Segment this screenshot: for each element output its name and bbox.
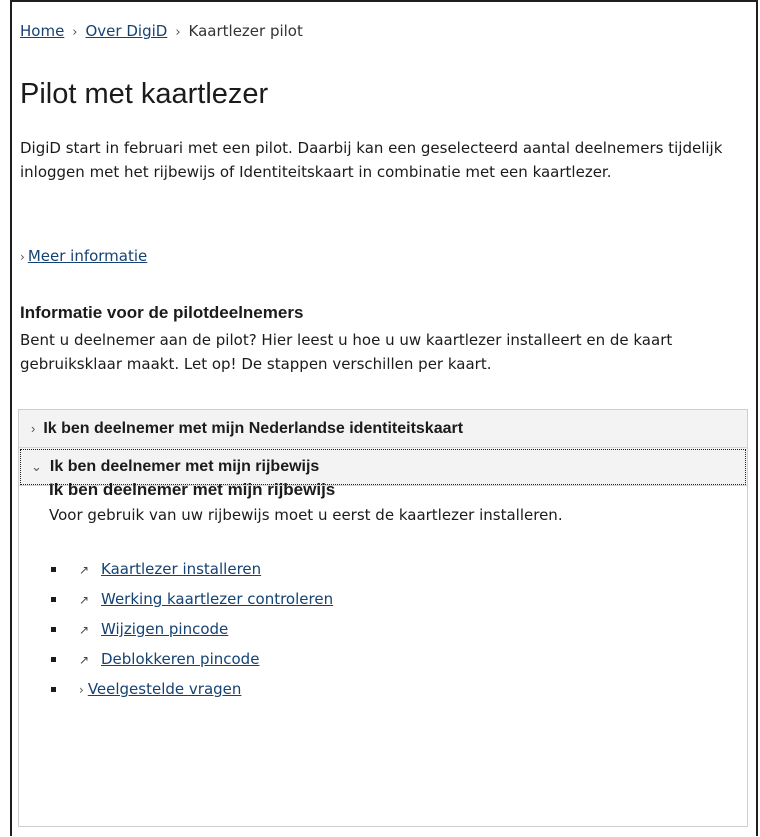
external-link-icon: ↗ [79, 593, 90, 607]
chevron-right-icon: › [79, 683, 84, 697]
page-title: Pilot met kaartlezer [20, 78, 269, 110]
breadcrumb-over-digid[interactable]: Over DigiD [86, 22, 168, 40]
breadcrumb: Home › Over DigiD › Kaartlezer pilot [20, 22, 303, 40]
list-item: ↗ Kaartlezer installeren [49, 554, 333, 584]
bullet [51, 657, 56, 662]
link-veelgestelde-vragen[interactable]: Veelgestelde vragen [88, 680, 242, 698]
list-item: ↗ Deblokkeren pincode [49, 644, 333, 674]
link-werking-controleren[interactable]: Werking kaartlezer controleren [101, 590, 333, 608]
breadcrumb-separator: › [175, 25, 181, 40]
external-link-icon: ↗ [79, 563, 90, 577]
panel-title: Ik ben deelnemer met mijn rijbewijs [49, 480, 336, 499]
accordion-header-label: Ik ben deelnemer met mijn rijbewijs [49, 458, 320, 475]
bullet [51, 687, 56, 692]
bullet [51, 627, 56, 632]
panel-text: Voor gebruik van uw rijbewijs moet u eer… [49, 506, 563, 524]
list-item: ↗ Wijzigen pincode [49, 614, 333, 644]
breadcrumb-separator: › [72, 25, 78, 40]
info-text: Bent u deelnemer aan de pilot? Hier lees… [20, 331, 673, 373]
external-link-icon: ↗ [79, 653, 90, 667]
accordion-header-identiteitskaart[interactable]: › Ik ben deelnemer met mijn Nederlandse i… [19, 410, 747, 448]
link-deblokkeren-pincode[interactable]: Deblokkeren pincode [101, 650, 259, 668]
accordion: › Ik ben deelnemer met mijn Nederlandse i… [18, 409, 748, 827]
list-item: › Veelgestelde vragen [49, 674, 333, 704]
link-kaartlezer-installeren[interactable]: Kaartlezer installeren [101, 560, 261, 578]
info-title: Informatie voor de pilotdeelnemers [20, 303, 304, 322]
link-wijzigen-pincode[interactable]: Wijzigen pincode [101, 620, 228, 638]
chevron-down-icon: ⌄ [31, 459, 42, 474]
chevron-right-icon: › [20, 250, 25, 264]
breadcrumb-current: Kaartlezer pilot [188, 22, 303, 40]
more-info-link-row: › Meer informatie [20, 247, 147, 265]
breadcrumb-home[interactable]: Home [20, 22, 64, 40]
intro-text: DigiD start in februari met een pilot. D… [20, 139, 723, 181]
more-info-link[interactable]: Meer informatie [28, 247, 147, 265]
accordion-header-label: Ik ben deelnemer met mijn Nederlandse id… [43, 420, 464, 437]
external-link-icon: ↗ [79, 623, 90, 637]
panel-link-list: ↗ Kaartlezer installeren ↗ Werking kaartle… [49, 554, 333, 704]
bullet [51, 567, 56, 572]
chevron-right-icon: › [31, 421, 36, 436]
list-item: ↗ Werking kaartlezer controleren [49, 584, 333, 614]
bullet [51, 597, 56, 602]
